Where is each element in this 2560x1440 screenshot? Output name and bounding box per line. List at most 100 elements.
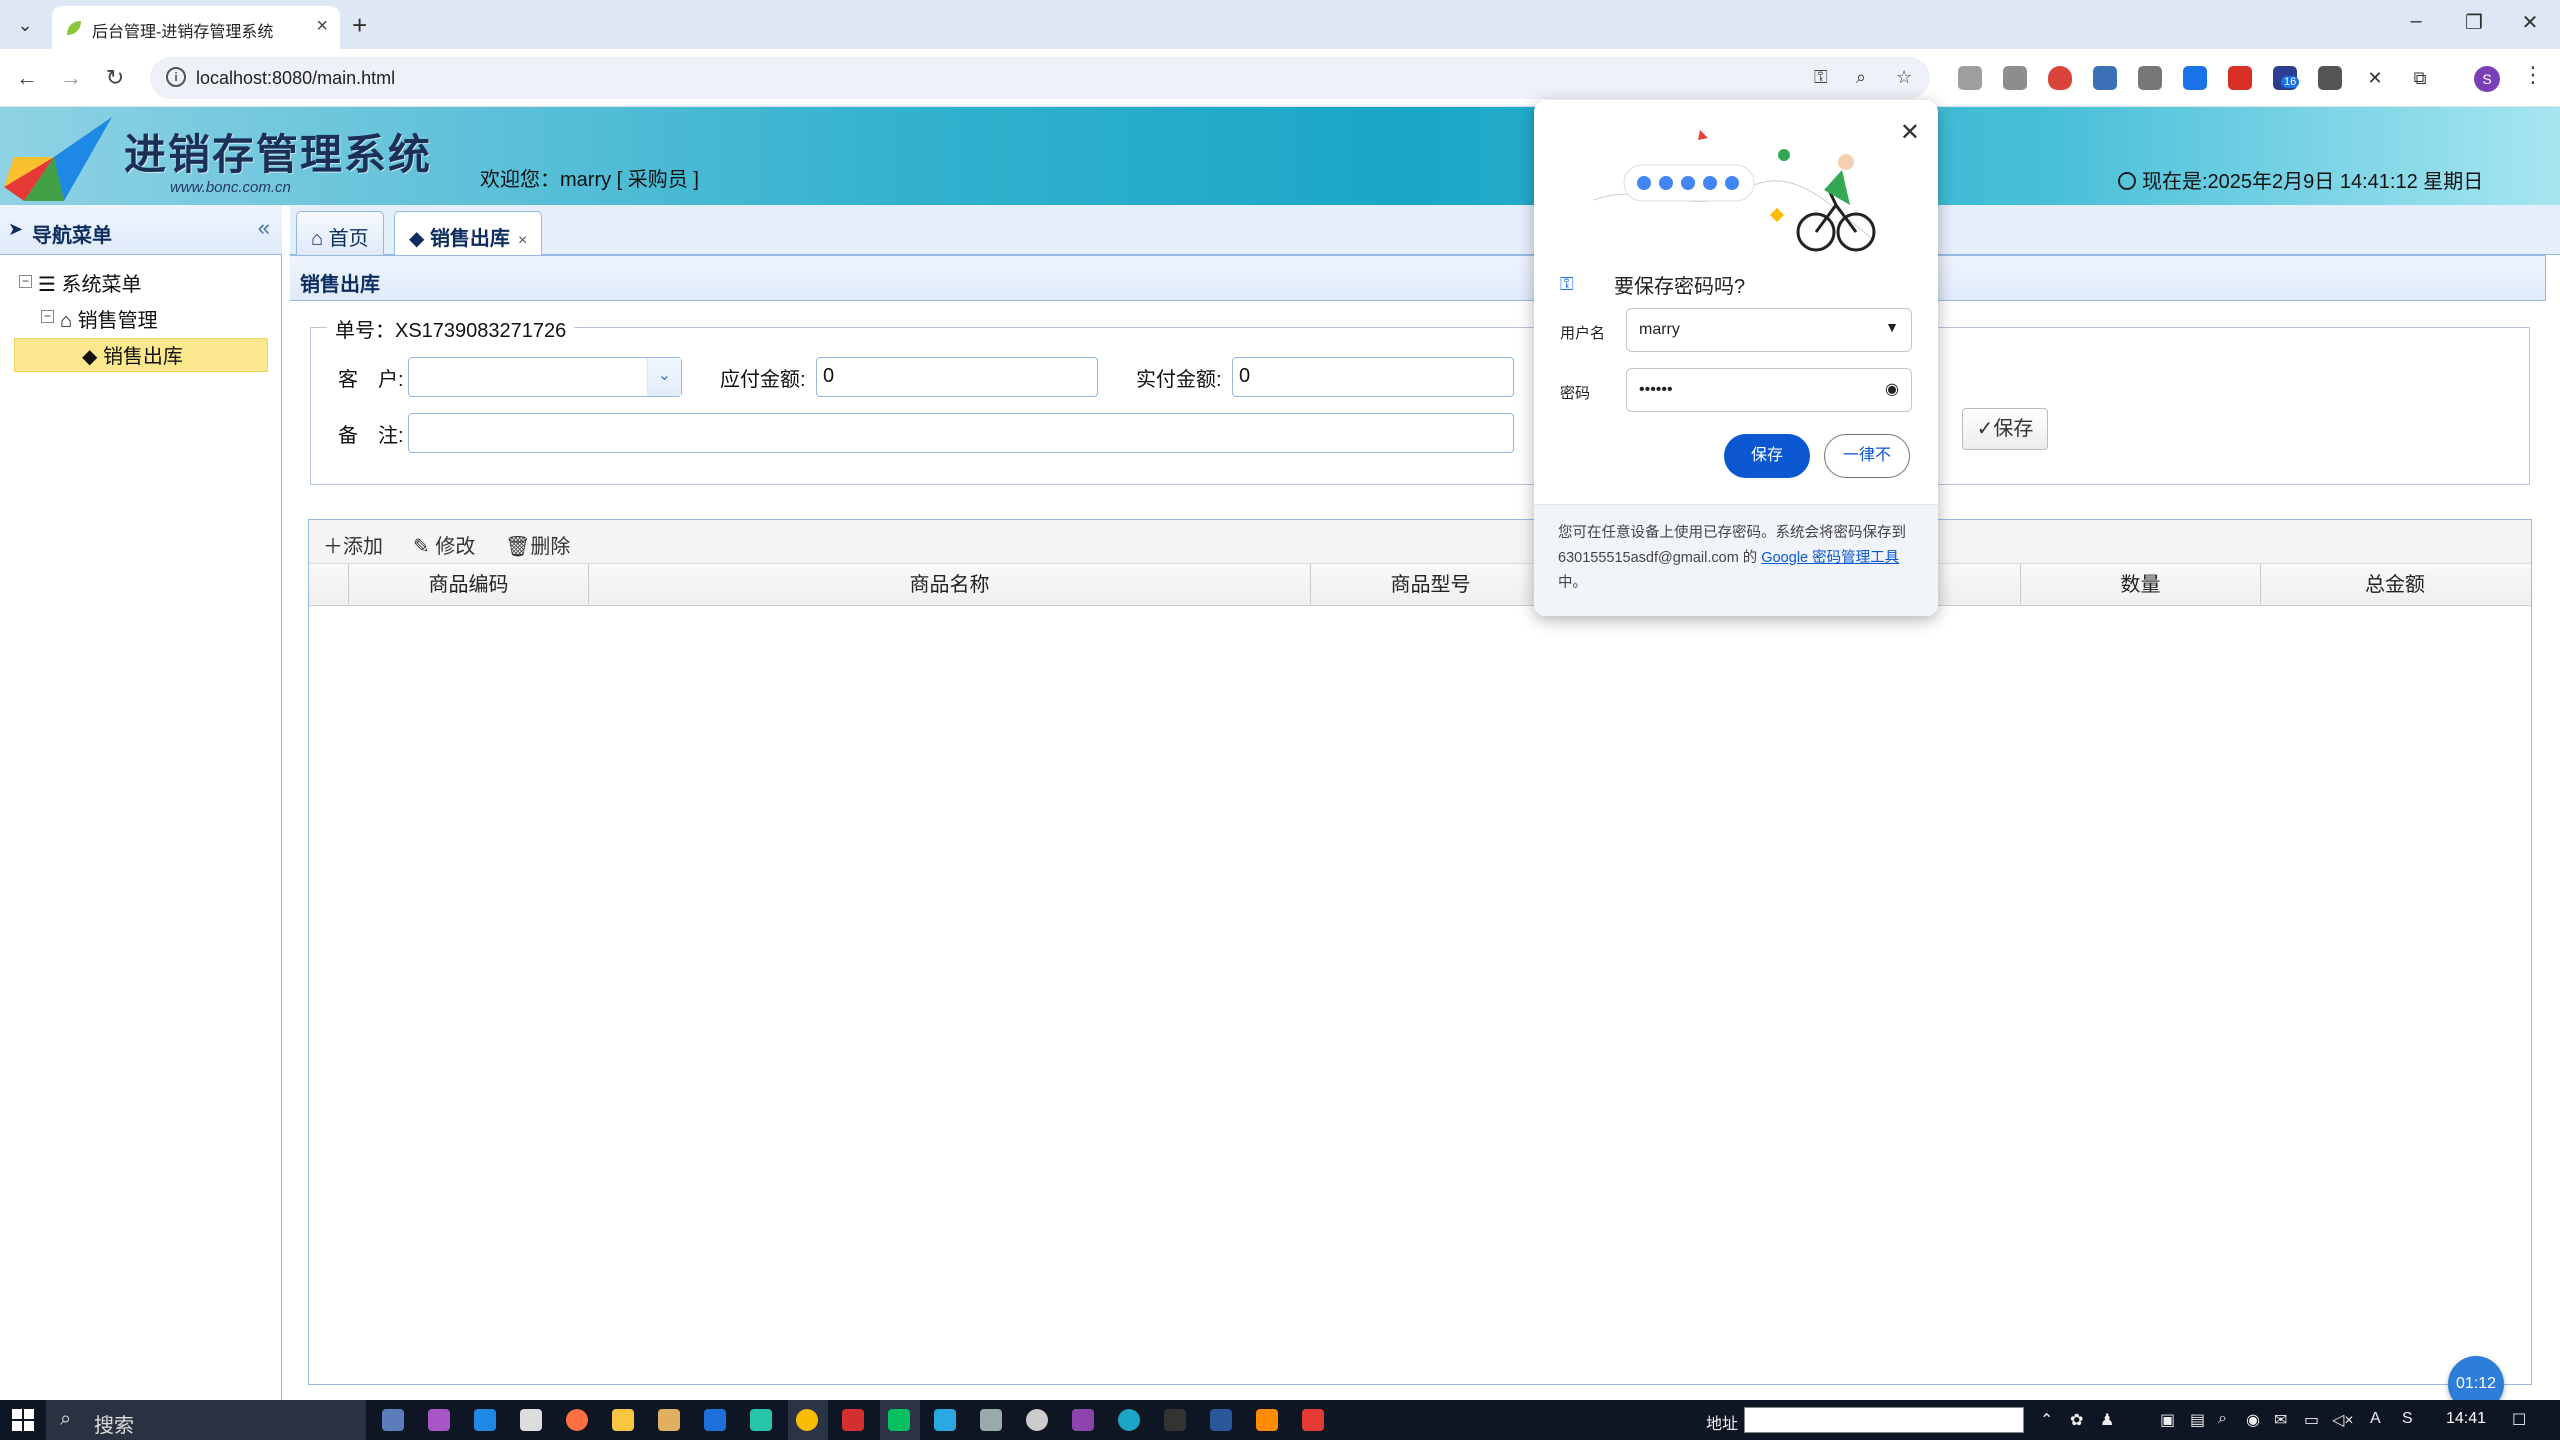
taskbar-app-icon[interactable] — [1164, 1409, 1186, 1431]
shield-extension-icon[interactable] — [2048, 66, 2072, 90]
badge-extension-icon[interactable]: 16 — [2273, 66, 2300, 90]
windows-start-icon[interactable] — [12, 1409, 34, 1431]
tray-wechat-icon[interactable]: ✉ — [2274, 1410, 2287, 1430]
password-manager-link[interactable]: Google 密码管理工具 — [1761, 550, 1899, 566]
tray-app-icon[interactable]: ✿ — [2070, 1410, 2083, 1430]
word-icon[interactable] — [1210, 1409, 1232, 1431]
chat-icon[interactable] — [1026, 1409, 1048, 1431]
restore-icon[interactable]: ❐ — [2454, 10, 2494, 35]
chrome-icon[interactable] — [796, 1409, 818, 1431]
ime-icon[interactable]: A — [2370, 1410, 2381, 1428]
file-explorer-icon[interactable] — [612, 1409, 634, 1431]
username-select[interactable]: marry ▼ — [1626, 308, 1912, 352]
taskbar-clock: 14:41 — [2446, 1410, 2487, 1427]
firefox-icon[interactable] — [566, 1409, 588, 1431]
intellij-icon[interactable] — [1302, 1409, 1324, 1431]
puzzle-blue-extension-icon[interactable] — [2093, 66, 2117, 90]
notification-icon[interactable]: ☐ — [2512, 1410, 2526, 1430]
minimize-icon[interactable]: – — [2396, 10, 2436, 33]
taskbar-app-icon[interactable] — [520, 1409, 542, 1431]
grid-header-name[interactable]: 商品名称 — [589, 564, 1311, 606]
eye-icon[interactable]: ◉ — [1885, 379, 1899, 399]
back-icon[interactable]: ← — [12, 63, 42, 93]
taskbar-app-icon[interactable] — [658, 1409, 680, 1431]
new-tab-icon[interactable]: + — [352, 10, 367, 41]
never-button[interactable]: 一律不 — [1824, 434, 1910, 478]
grid-header-model[interactable]: 商品型号 — [1311, 564, 1551, 606]
taskbar-app-icon[interactable] — [474, 1409, 496, 1431]
profile-avatar[interactable]: S — [2474, 66, 2500, 92]
volume-muted-icon[interactable]: ◁× — [2332, 1410, 2354, 1430]
tree-node-sales-management[interactable]: ⌂ 销售管理 — [60, 304, 158, 333]
taskbar-app-icon[interactable] — [750, 1409, 772, 1431]
tray-app-icon[interactable]: S — [2402, 1410, 2413, 1428]
taskbar-app-icon[interactable] — [704, 1409, 726, 1431]
translate-extension-icon[interactable] — [2183, 66, 2207, 90]
taskbar-app-icon[interactable] — [1118, 1409, 1140, 1431]
browser-tab[interactable]: 后台管理-进销存管理系统 × — [52, 6, 340, 49]
extensions-puzzle-icon[interactable]: ⧉ — [2408, 66, 2432, 90]
tray-app-icon[interactable]: ▣ — [2160, 1410, 2175, 1430]
edit-button[interactable]: ✎ 修改 — [413, 530, 475, 559]
taskbar-search[interactable]: ⌕ 搜索 — [46, 1400, 366, 1440]
grid-header-code[interactable]: 商品编码 — [349, 564, 589, 606]
window-close-icon[interactable]: ✕ — [2510, 10, 2550, 35]
payable-amount-input[interactable]: 0 — [816, 357, 1098, 397]
wechat-icon[interactable] — [888, 1409, 910, 1431]
search-extension-icon[interactable] — [2318, 66, 2342, 90]
customer-combobox[interactable]: ⌄ — [408, 357, 682, 397]
tag-icon: ◆ — [82, 346, 103, 368]
save-button[interactable]: ✓保存 — [1962, 408, 2048, 450]
reload-icon[interactable]: ↻ — [100, 63, 130, 93]
camera-extension-icon[interactable] — [1958, 66, 1982, 90]
site-info-icon[interactable]: i — [166, 67, 186, 87]
taskbar-app-icon[interactable] — [980, 1409, 1002, 1431]
bookmark-star-icon[interactable]: ☆ — [1896, 67, 1912, 88]
tab-sales-outbound[interactable]: ◆ 销售出库 × — [394, 211, 543, 256]
tray-app-icon[interactable]: ▤ — [2190, 1410, 2205, 1430]
add-button[interactable]: ＋添加 — [323, 530, 383, 559]
close-icon[interactable]: ✕ — [1900, 118, 1920, 147]
copy-extension-icon[interactable] — [2138, 66, 2162, 90]
save-password-button[interactable]: 保存 — [1724, 434, 1810, 478]
tree-toggle-sales[interactable]: − — [41, 310, 54, 323]
zoom-icon[interactable]: ⌕ — [1856, 67, 1866, 88]
address-bar[interactable]: i localhost:8080/main.html ⚿ ⌕ ☆ — [150, 57, 1930, 99]
grid-header-quantity[interactable]: 数量 — [2021, 564, 2261, 606]
tray-overflow-icon[interactable]: ⌃ — [2040, 1410, 2053, 1430]
collapse-icon[interactable]: « — [258, 215, 270, 241]
taskbar-app-icon[interactable] — [428, 1409, 450, 1431]
pdf-extension-icon[interactable] — [2228, 66, 2252, 90]
password-field[interactable]: •••••• ◉ — [1626, 368, 1912, 412]
password-key-icon[interactable]: ⚿ — [1814, 67, 1828, 88]
delete-button[interactable]: 🗑删除 — [505, 530, 570, 559]
close-tab-icon[interactable]: × — [316, 15, 328, 38]
network-icon[interactable]: ▭ — [2304, 1410, 2319, 1430]
x-extension-icon[interactable]: ✕ — [2363, 66, 2387, 90]
more-menu-icon[interactable]: ⋮ — [2522, 62, 2544, 88]
address-toolbar-input[interactable] — [1744, 1407, 2024, 1433]
tray-app-icon[interactable]: ◉ — [2246, 1410, 2260, 1430]
taskbar-app-icon[interactable] — [934, 1409, 956, 1431]
extension-badge: 16 — [2281, 76, 2300, 88]
order-number: 单号：XS1739083271726 — [327, 314, 575, 343]
tree-toggle-system[interactable]: − — [19, 275, 32, 288]
chevron-down-icon[interactable]: ⌄ — [647, 358, 681, 396]
taskbar-app-icon[interactable] — [382, 1409, 404, 1431]
tab-home[interactable]: ⌂ 首页 — [296, 211, 384, 255]
tab-close-icon[interactable]: × — [518, 232, 527, 249]
wps-icon[interactable] — [842, 1409, 864, 1431]
tray-app-icon[interactable]: ♟ — [2100, 1410, 2114, 1430]
taskbar-app-icon[interactable] — [1256, 1409, 1278, 1431]
paid-amount-input[interactable]: 0 — [1232, 357, 1514, 397]
tray-search-icon[interactable]: ⌕ — [2218, 1410, 2227, 1428]
remark-input[interactable] — [408, 413, 1514, 453]
grid-header-total[interactable]: 总金额 — [2261, 564, 2529, 606]
tree-node-system-menu[interactable]: ☰ 系统菜单 — [38, 268, 142, 297]
image-extension-icon[interactable] — [2003, 66, 2027, 90]
tree-node-sales-outbound[interactable]: ◆ 销售出库 — [82, 340, 183, 369]
tab-search-icon[interactable]: ⌄ — [12, 12, 38, 38]
taskbar-app-icon[interactable] — [1072, 1409, 1094, 1431]
forward-icon[interactable]: → — [56, 63, 86, 93]
clock-icon — [2118, 172, 2136, 190]
